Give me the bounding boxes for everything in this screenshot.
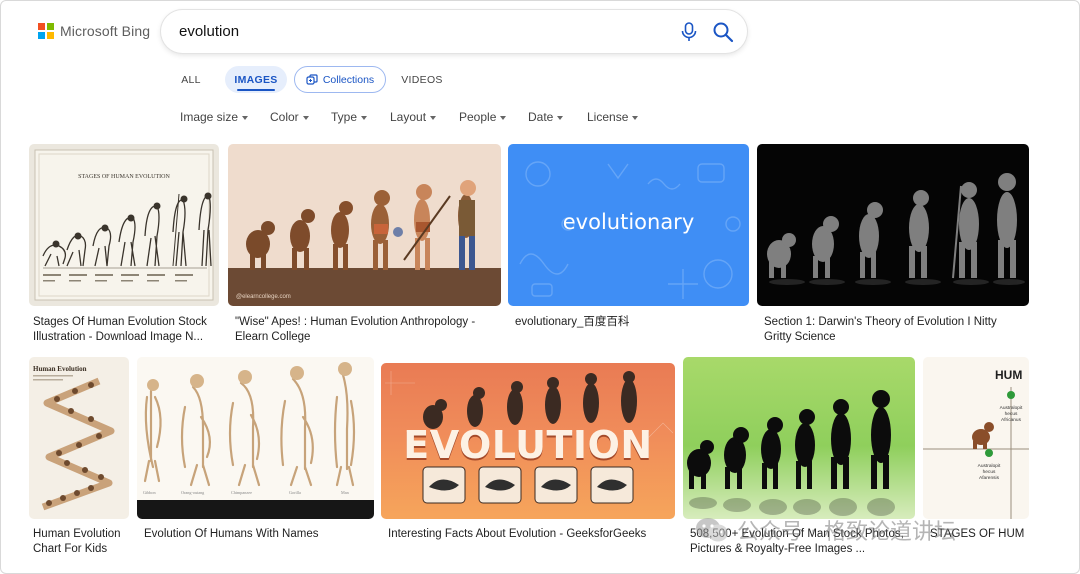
search-bar [161,10,747,53]
filter-type[interactable]: Type [331,108,368,126]
image-result-evolution-of-man-stock-photos[interactable] [683,357,915,519]
caption-r2c3[interactable]: Interesting Facts About Evolution - Geek… [388,527,675,542]
tile-inner-title: STAGES OF HUMAN EVOLUTION [78,174,170,180]
tile-inner-title: Human Evolution [33,365,87,373]
image-result-interesting-facts-about-evolution[interactable]: EVOLUTION [381,363,675,519]
svg-text:Australopit: Australopit [1000,405,1023,411]
image-result-evolutionary[interactable]: evolutionary [508,144,749,306]
caption-r2c1[interactable]: Human Evolution Chart For Kids [33,527,133,557]
caption-r1c1[interactable]: Stages Of Human Evolution Stock Illustra… [33,315,219,345]
tile-inner-title: HUM [995,368,1022,382]
image-result-stages-of-human-evolution-timeline[interactable]: HUM Australopit hecus Africanus Australo… [923,357,1029,519]
microphone-icon[interactable] [679,21,699,43]
svg-text:Africanus: Africanus [1001,417,1022,423]
tab-videos[interactable]: VIDEOS [396,66,448,93]
brand-name: Microsoft Bing [60,23,151,39]
stage-label-chimpanzee: Chimpanzee [231,490,252,495]
bing-logo[interactable]: Microsoft Bing [38,23,150,39]
chevron-down-icon [361,115,368,120]
svg-text:Australopit: Australopit [978,463,1001,469]
svg-text:hecus: hecus [1005,411,1018,417]
caption-r1c4[interactable]: Section 1: Darwin's Theory of Evolution … [764,315,1029,345]
chevron-down-icon [242,115,249,120]
chevron-down-icon [302,115,309,120]
stage-label-gibbon: Gibbon [143,490,156,495]
wechat-icon [695,516,729,544]
image-result-wise-apes[interactable]: @elearncollege.com [228,144,501,306]
svg-text:Afarensis: Afarensis [979,475,1000,481]
svg-text:hecus: hecus [983,469,996,475]
microsoft-logo-icon [38,23,54,39]
stage-label-orang-outang: Orang-outang [181,490,205,495]
collections-icon [306,73,318,86]
tab-all[interactable]: ALL [173,66,209,93]
filter-people[interactable]: People [459,108,507,126]
tile-overlay-text: evolutionary [562,210,695,234]
chevron-down-icon [557,115,564,120]
caption-r2c2[interactable]: Evolution Of Humans With Names [144,527,374,542]
filter-license[interactable]: License [587,108,639,126]
filter-image-size[interactable]: Image size [180,108,249,126]
filter-layout[interactable]: Layout [390,108,437,126]
tab-collections[interactable]: Collections [294,66,386,93]
tile-overlay-text: EVOLUTION [403,423,653,467]
tab-collections-label: Collections [322,73,375,86]
browser-page: Microsoft Bing ALL IMAGES [0,0,1080,574]
image-result-evolution-chart-for-kids[interactable]: Human Evolution [29,357,129,519]
tile-watermark: @elearncollege.com [236,294,291,300]
image-result-darwins-theory[interactable] [757,144,1029,306]
search-icon[interactable] [712,21,734,43]
tab-images[interactable]: IMAGES [225,66,287,93]
stage-label-man: Man [341,490,350,495]
chevron-down-icon [632,115,639,120]
image-result-stages-of-human-evolution[interactable]: STAGES OF HUMAN EVOLUTION [29,144,219,306]
search-input[interactable] [179,21,659,41]
caption-r1c2[interactable]: "Wise" Apes! : Human Evolution Anthropol… [235,315,501,345]
caption-r1c3[interactable]: evolutionary_百度百科 [515,315,749,330]
chevron-down-icon [430,115,437,120]
stage-label-gorilla: Gorilla [289,490,301,495]
chevron-down-icon [500,115,507,120]
filter-color[interactable]: Color [270,108,309,126]
filter-date[interactable]: Date [528,108,564,126]
overlay-watermark: 公众号 · 格致论道讲坛 [695,513,956,547]
image-result-evolution-of-humans-with-names[interactable]: Gibbon Orang-outang Chimpanzee Gorilla M… [137,357,374,519]
